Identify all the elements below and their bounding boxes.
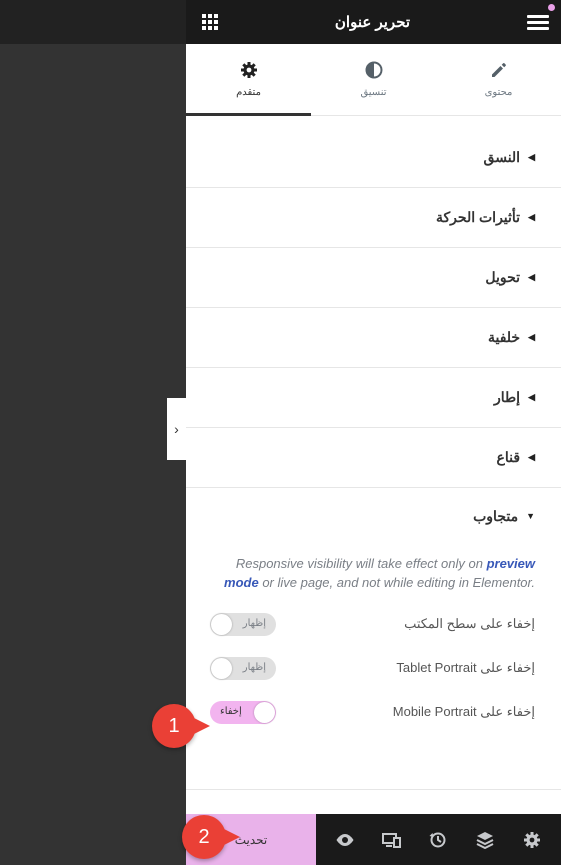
chevron-right-icon: › (174, 421, 179, 437)
caret-icon: ◀ (528, 452, 535, 462)
caret-icon: ◀ (528, 212, 535, 222)
layers-icon[interactable] (474, 829, 496, 851)
section-mask[interactable]: ◀ قناع (186, 428, 561, 488)
caret-down-icon: ▼ (526, 511, 535, 521)
caret-icon: ◀ (528, 272, 535, 282)
hide-tablet-toggle[interactable]: إظهار (210, 656, 276, 680)
section-divider (186, 789, 561, 790)
hide-desktop-row: إخفاء على سطح المكتب إظهار (210, 602, 535, 646)
eye-icon[interactable] (334, 829, 356, 851)
pencil-icon (490, 61, 508, 81)
collapsed-sections: ◀ النسق ◀ تأثيرات الحركة ◀ تحويل ◀ خلفية ◀ إط… (186, 128, 561, 488)
tab-label: محتوى (484, 87, 513, 98)
menu-icon[interactable] (526, 3, 555, 33)
hide-tablet-label: إخفاء على Tablet Portrait (396, 660, 535, 675)
caret-icon: ◀ (528, 152, 535, 162)
responsive-devices-icon[interactable] (381, 829, 403, 851)
hide-desktop-toggle[interactable]: إظهار (210, 612, 276, 636)
hide-desktop-label: إخفاء على سطح المكتب (404, 616, 535, 631)
section-transform[interactable]: ◀ تحويل (186, 248, 561, 308)
section-motion-effects[interactable]: ◀ تأثيرات الحركة (186, 188, 561, 248)
editor-panel: تحرير عنوان محتوى تنسيق متقدم ◀ النسق ◀ … (186, 0, 561, 865)
responsive-note: Responsive visibility will take effect o… (224, 556, 535, 590)
tab-advanced[interactable]: متقدم (186, 44, 311, 116)
tab-style[interactable]: تنسيق (311, 44, 436, 115)
section-responsive-header[interactable]: ▼ متجاوب (210, 488, 535, 544)
collapse-panel-button[interactable]: › (167, 398, 186, 460)
history-icon[interactable] (427, 829, 449, 851)
hide-mobile-row: إخفاء على Mobile Portrait إخفاء (210, 690, 535, 734)
section-background[interactable]: ◀ خلفية (186, 308, 561, 368)
panel-tabs: محتوى تنسيق متقدم (186, 44, 561, 116)
widgets-grid-icon[interactable] (202, 14, 218, 30)
caret-icon: ◀ (528, 332, 535, 342)
tab-label: تنسيق (360, 87, 387, 98)
panel-title: تحرير عنوان (334, 14, 411, 31)
section-layout[interactable]: ◀ النسق (186, 128, 561, 188)
section-responsive: ▼ متجاوب Responsive visibility will take… (186, 488, 561, 734)
section-border[interactable]: ◀ إطار (186, 368, 561, 428)
caret-icon: ◀ (528, 392, 535, 402)
hide-mobile-label: إخفاء على Mobile Portrait (392, 704, 535, 719)
contrast-icon (365, 61, 383, 81)
annotation-badge-2: 2 (182, 815, 240, 859)
hide-tablet-row: إخفاء على Tablet Portrait إظهار (210, 646, 535, 690)
annotation-badge-1: 1 (152, 704, 210, 748)
gear-icon (240, 61, 258, 81)
tab-content[interactable]: محتوى (436, 44, 561, 115)
settings-gear-icon[interactable] (521, 829, 543, 851)
canvas-topbar (0, 0, 186, 44)
hide-mobile-toggle[interactable]: إخفاء (210, 700, 276, 724)
panel-header: تحرير عنوان (186, 0, 561, 44)
notification-dot (547, 3, 555, 11)
tab-label: متقدم (236, 87, 261, 98)
panel-footer: تحديث (186, 814, 561, 865)
